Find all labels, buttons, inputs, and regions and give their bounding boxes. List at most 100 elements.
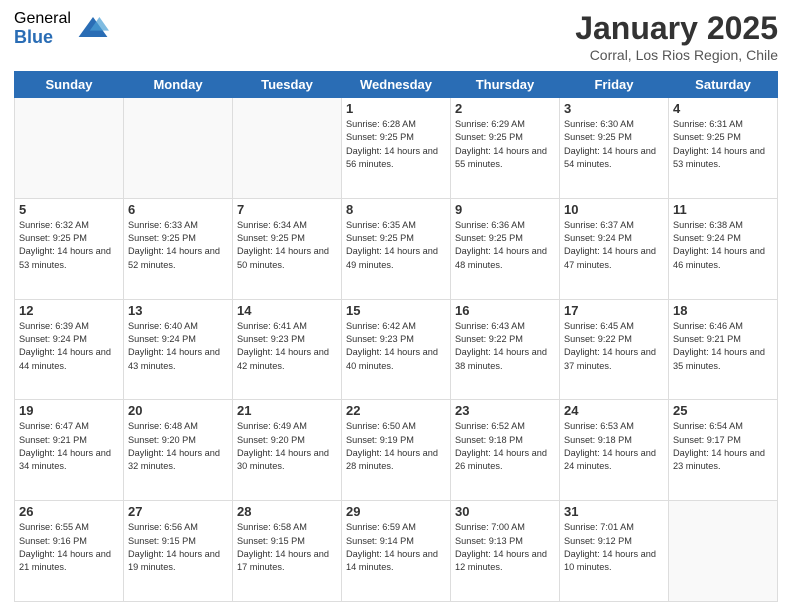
calendar-cell: 10 Sunrise: 6:37 AM Sunset: 9:24 PM Dayli…: [560, 198, 669, 299]
logo-icon: [77, 13, 109, 45]
day-info: Sunrise: 6:54 AM Sunset: 9:17 PM Dayligh…: [673, 420, 773, 473]
day-info: Sunrise: 7:01 AM Sunset: 9:12 PM Dayligh…: [564, 521, 664, 574]
calendar-cell: 14 Sunrise: 6:41 AM Sunset: 9:23 PM Dayli…: [233, 299, 342, 400]
calendar-cell: 25 Sunrise: 6:54 AM Sunset: 9:17 PM Dayli…: [669, 400, 778, 501]
calendar-cell: [669, 501, 778, 602]
calendar-cell: 31 Sunrise: 7:01 AM Sunset: 9:12 PM Dayli…: [560, 501, 669, 602]
day-info: Sunrise: 6:30 AM Sunset: 9:25 PM Dayligh…: [564, 118, 664, 171]
day-info: Sunrise: 6:58 AM Sunset: 9:15 PM Dayligh…: [237, 521, 337, 574]
day-info: Sunrise: 6:49 AM Sunset: 9:20 PM Dayligh…: [237, 420, 337, 473]
day-info: Sunrise: 6:37 AM Sunset: 9:24 PM Dayligh…: [564, 219, 664, 272]
day-number: 14: [237, 303, 337, 318]
day-number: 15: [346, 303, 446, 318]
day-number: 29: [346, 504, 446, 519]
day-info: Sunrise: 6:35 AM Sunset: 9:25 PM Dayligh…: [346, 219, 446, 272]
day-info: Sunrise: 7:00 AM Sunset: 9:13 PM Dayligh…: [455, 521, 555, 574]
day-number: 8: [346, 202, 446, 217]
day-number: 24: [564, 403, 664, 418]
day-number: 11: [673, 202, 773, 217]
calendar-week-row: 1 Sunrise: 6:28 AM Sunset: 9:25 PM Daylig…: [15, 98, 778, 199]
day-number: 25: [673, 403, 773, 418]
day-info: Sunrise: 6:32 AM Sunset: 9:25 PM Dayligh…: [19, 219, 119, 272]
calendar-cell: 21Sunrise: 6:49 AM Sunset: 9:20 PM Dayli…: [233, 400, 342, 501]
calendar-cell: 17Sunrise: 6:45 AM Sunset: 9:22 PM Dayli…: [560, 299, 669, 400]
day-number: 26: [19, 504, 119, 519]
calendar-cell: 29 Sunrise: 6:59 AM Sunset: 9:14 PM Dayli…: [342, 501, 451, 602]
calendar-cell: 28 Sunrise: 6:58 AM Sunset: 9:15 PM Dayli…: [233, 501, 342, 602]
day-info: Sunrise: 6:46 AM Sunset: 9:21 PM Dayligh…: [673, 320, 773, 373]
day-number: 3: [564, 101, 664, 116]
day-number: 31: [564, 504, 664, 519]
day-info: Sunrise: 6:28 AM Sunset: 9:25 PM Dayligh…: [346, 118, 446, 171]
day-info: Sunrise: 6:40 AM Sunset: 9:24 PM Dayligh…: [128, 320, 228, 373]
day-number: 1: [346, 101, 446, 116]
header: General Blue January 2025 Corral, Los Ri…: [14, 10, 778, 63]
calendar-cell: 11 Sunrise: 6:38 AM Sunset: 9:24 PM Dayli…: [669, 198, 778, 299]
calendar-cell: 22 Sunrise: 6:50 AM Sunset: 9:19 PM Dayli…: [342, 400, 451, 501]
day-header-tuesday: Tuesday: [233, 72, 342, 98]
calendar-week-row: 19 Sunrise: 6:47 AM Sunset: 9:21 PM Dayli…: [15, 400, 778, 501]
calendar-cell: 30 Sunrise: 7:00 AM Sunset: 9:13 PM Dayli…: [451, 501, 560, 602]
calendar-cell: 3 Sunrise: 6:30 AM Sunset: 9:25 PM Daylig…: [560, 98, 669, 199]
calendar-cell: 24 Sunrise: 6:53 AM Sunset: 9:18 PM Dayli…: [560, 400, 669, 501]
day-header-sunday: Sunday: [15, 72, 124, 98]
day-number: 30: [455, 504, 555, 519]
calendar-cell: 19 Sunrise: 6:47 AM Sunset: 9:21 PM Dayli…: [15, 400, 124, 501]
calendar-cell: [233, 98, 342, 199]
day-info: Sunrise: 6:36 AM Sunset: 9:25 PM Dayligh…: [455, 219, 555, 272]
day-info: Sunrise: 6:39 AM Sunset: 9:24 PM Dayligh…: [19, 320, 119, 373]
day-header-thursday: Thursday: [451, 72, 560, 98]
day-info: Sunrise: 6:41 AM Sunset: 9:23 PM Dayligh…: [237, 320, 337, 373]
day-number: 10: [564, 202, 664, 217]
day-header-wednesday: Wednesday: [342, 72, 451, 98]
day-number: 18: [673, 303, 773, 318]
day-info: Sunrise: 6:33 AM Sunset: 9:25 PM Dayligh…: [128, 219, 228, 272]
day-info: Sunrise: 6:56 AM Sunset: 9:15 PM Dayligh…: [128, 521, 228, 574]
day-info: Sunrise: 6:38 AM Sunset: 9:24 PM Dayligh…: [673, 219, 773, 272]
day-number: 28: [237, 504, 337, 519]
day-info: Sunrise: 6:50 AM Sunset: 9:19 PM Dayligh…: [346, 420, 446, 473]
calendar-cell: 4 Sunrise: 6:31 AM Sunset: 9:25 PM Daylig…: [669, 98, 778, 199]
day-number: 7: [237, 202, 337, 217]
calendar-cell: 5Sunrise: 6:32 AM Sunset: 9:25 PM Daylig…: [15, 198, 124, 299]
day-number: 13: [128, 303, 228, 318]
day-info: Sunrise: 6:47 AM Sunset: 9:21 PM Dayligh…: [19, 420, 119, 473]
calendar-cell: 15 Sunrise: 6:42 AM Sunset: 9:23 PM Dayli…: [342, 299, 451, 400]
logo-general: General: [14, 10, 71, 28]
day-number: 4: [673, 101, 773, 116]
day-info: Sunrise: 6:31 AM Sunset: 9:25 PM Dayligh…: [673, 118, 773, 171]
calendar-cell: 18 Sunrise: 6:46 AM Sunset: 9:21 PM Dayli…: [669, 299, 778, 400]
calendar-week-row: 12Sunrise: 6:39 AM Sunset: 9:24 PM Dayli…: [15, 299, 778, 400]
calendar-header-row: SundayMondayTuesdayWednesdayThursdayFrid…: [15, 72, 778, 98]
day-number: 20: [128, 403, 228, 418]
day-number: 19: [19, 403, 119, 418]
calendar-week-row: 26Sunrise: 6:55 AM Sunset: 9:16 PM Dayli…: [15, 501, 778, 602]
day-number: 16: [455, 303, 555, 318]
logo-blue: Blue: [14, 28, 71, 48]
day-info: Sunrise: 6:59 AM Sunset: 9:14 PM Dayligh…: [346, 521, 446, 574]
day-info: Sunrise: 6:29 AM Sunset: 9:25 PM Dayligh…: [455, 118, 555, 171]
day-header-monday: Monday: [124, 72, 233, 98]
calendar-cell: 8 Sunrise: 6:35 AM Sunset: 9:25 PM Daylig…: [342, 198, 451, 299]
day-info: Sunrise: 6:48 AM Sunset: 9:20 PM Dayligh…: [128, 420, 228, 473]
day-info: Sunrise: 6:52 AM Sunset: 9:18 PM Dayligh…: [455, 420, 555, 473]
day-info: Sunrise: 6:53 AM Sunset: 9:18 PM Dayligh…: [564, 420, 664, 473]
calendar-cell: [15, 98, 124, 199]
calendar-cell: 13 Sunrise: 6:40 AM Sunset: 9:24 PM Dayli…: [124, 299, 233, 400]
calendar-table: SundayMondayTuesdayWednesdayThursdayFrid…: [14, 71, 778, 602]
day-info: Sunrise: 6:42 AM Sunset: 9:23 PM Dayligh…: [346, 320, 446, 373]
location: Corral, Los Rios Region, Chile: [575, 47, 778, 63]
day-number: 6: [128, 202, 228, 217]
day-header-saturday: Saturday: [669, 72, 778, 98]
day-number: 2: [455, 101, 555, 116]
day-info: Sunrise: 6:43 AM Sunset: 9:22 PM Dayligh…: [455, 320, 555, 373]
calendar-cell: 20 Sunrise: 6:48 AM Sunset: 9:20 PM Dayli…: [124, 400, 233, 501]
title-section: January 2025 Corral, Los Rios Region, Ch…: [575, 10, 778, 63]
day-number: 22: [346, 403, 446, 418]
calendar-cell: 2 Sunrise: 6:29 AM Sunset: 9:25 PM Daylig…: [451, 98, 560, 199]
calendar-cell: [124, 98, 233, 199]
day-info: Sunrise: 6:45 AM Sunset: 9:22 PM Dayligh…: [564, 320, 664, 373]
calendar-cell: 23Sunrise: 6:52 AM Sunset: 9:18 PM Dayli…: [451, 400, 560, 501]
day-number: 27: [128, 504, 228, 519]
calendar-cell: 12Sunrise: 6:39 AM Sunset: 9:24 PM Dayli…: [15, 299, 124, 400]
